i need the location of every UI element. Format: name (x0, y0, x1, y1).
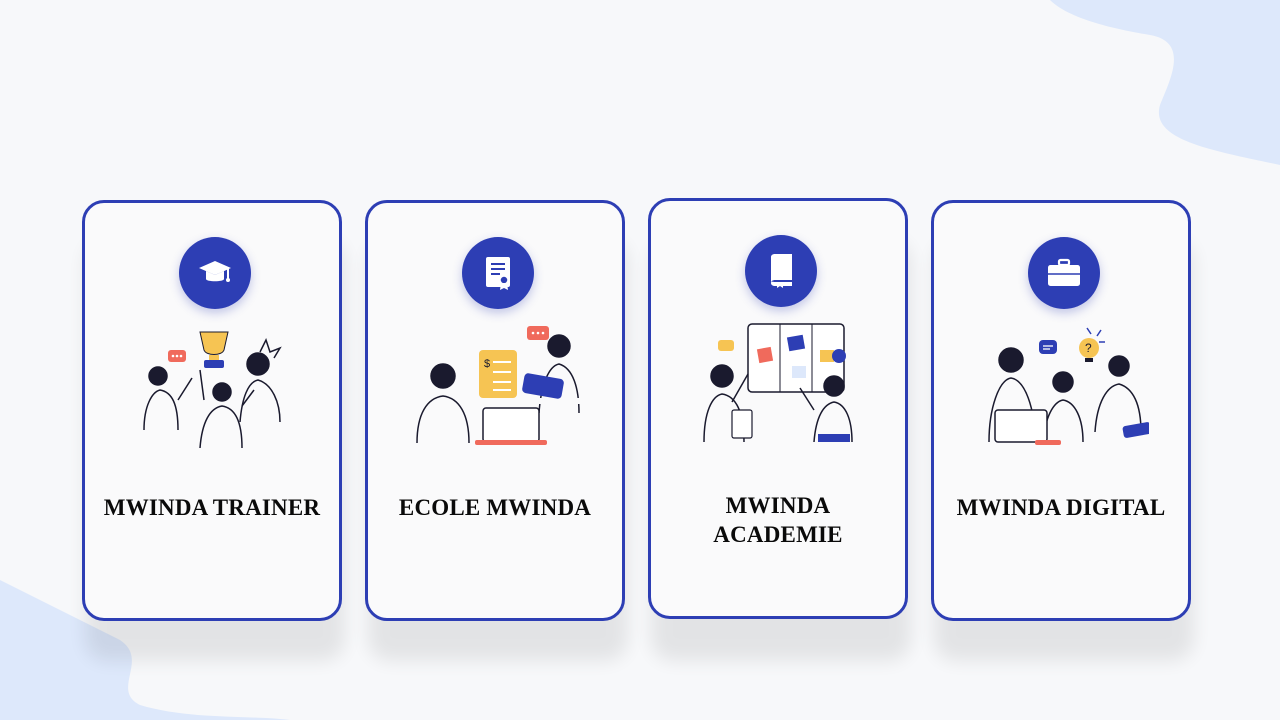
illustration-team-celebration (143, 331, 282, 449)
certificate-document-icon (462, 237, 534, 309)
card-title: MWINDA ACADEMIE (713, 493, 843, 547)
graduation-cap-icon (179, 237, 251, 309)
background-blob-top-right (1050, 0, 1280, 165)
illustration-document-review: $ (416, 326, 583, 445)
card-title: ECOLE MWINDA (398, 495, 592, 520)
card-ecole-mwinda[interactable]: $ ECOLE MWINDA (365, 200, 625, 621)
briefcase-icon (1028, 237, 1100, 309)
book-icon (745, 235, 817, 307)
svg-text:?: ? (1085, 341, 1092, 355)
card-mwinda-academie[interactable]: MWINDA ACADEMIE (648, 198, 908, 619)
card-title: MWINDA TRAINER (103, 495, 321, 520)
svg-text:$: $ (484, 358, 490, 370)
illustration-people-at-board (703, 323, 853, 443)
card-title: MWINDA DIGITAL (956, 495, 1166, 520)
illustration-team-laptop-idea: ? (988, 327, 1149, 445)
card-mwinda-trainer[interactable]: MWINDA TRAINER (82, 200, 342, 621)
card-mwinda-digital[interactable]: ? MWINDA DIGITAL (931, 200, 1191, 621)
